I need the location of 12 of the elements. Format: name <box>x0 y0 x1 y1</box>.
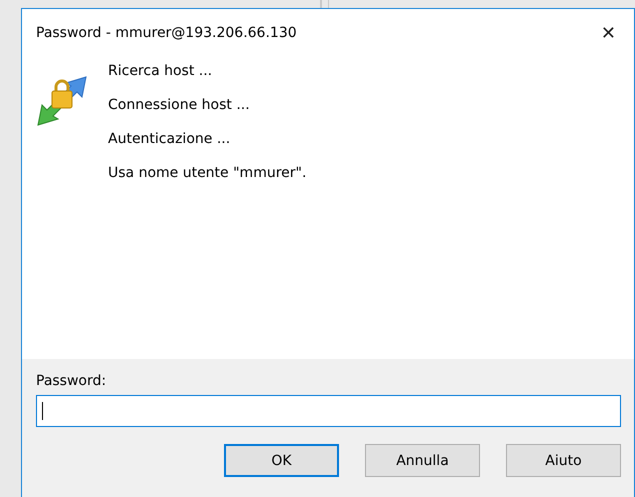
dialog-button[interactable]: Annulla <box>365 444 480 477</box>
dialog-button[interactable]: OK <box>224 444 339 477</box>
status-message: Ricerca host ... <box>108 62 214 81</box>
status-message: Usa nome utente "mmurer". <box>108 164 306 183</box>
dialog-button[interactable]: Aiuto <box>506 444 621 477</box>
password-label: Password: <box>36 373 106 389</box>
window-title: Password - mmurer@193.206.66.130 <box>36 25 298 41</box>
status-message: Autenticazione ... <box>108 130 232 149</box>
close-button[interactable]: ✕ <box>596 22 620 44</box>
lock-arrows-icon <box>36 75 88 127</box>
password-field[interactable] <box>36 395 621 427</box>
status-message: Connessione host ... <box>108 96 251 115</box>
